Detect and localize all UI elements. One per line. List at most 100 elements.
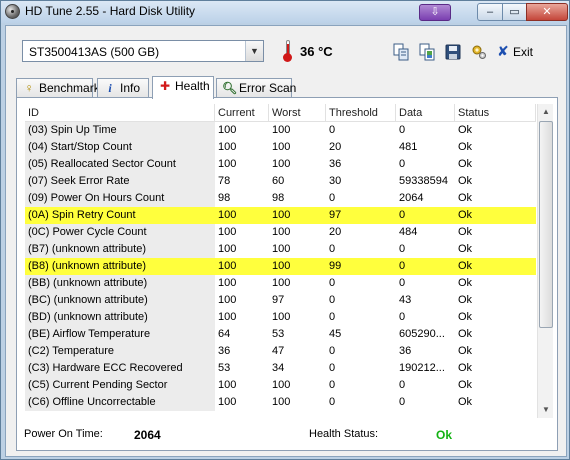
title-bar[interactable]: HD Tune 2.55 - Hard Disk Utility ⇩ – ▭ ✕ xyxy=(1,1,569,23)
cell-worst: 100 xyxy=(272,379,291,391)
cell-id: (05) Reallocated Sector Count xyxy=(25,156,215,173)
minimize-button[interactable]: – xyxy=(477,3,503,21)
table-row[interactable]: (BB) (unknown attribute) 100 100 0 0 Ok xyxy=(25,275,536,292)
drive-select[interactable]: ST3500413AS (500 GB) ▼ xyxy=(22,40,264,62)
table-row[interactable]: (BD) (unknown attribute) 100 100 0 0 Ok xyxy=(25,309,536,326)
cell-threshold: 45 xyxy=(329,328,342,340)
cell-threshold: 0 xyxy=(329,124,336,136)
cell-data: 0 xyxy=(396,258,455,275)
cell-threshold: 0 xyxy=(329,311,336,323)
cell-threshold: 20 xyxy=(329,141,342,153)
copy-icon[interactable] xyxy=(391,42,411,62)
table-row[interactable]: (0C) Power Cycle Count 100 100 20 484 Ok xyxy=(25,224,536,241)
cell-id: (C5) Current Pending Sector xyxy=(25,377,215,394)
table-row[interactable]: (B7) (unknown attribute) 100 100 0 0 Ok xyxy=(25,241,536,258)
table-row[interactable]: (0A) Spin Retry Count 100 100 97 0 Ok xyxy=(25,207,536,224)
cell-status: Ok xyxy=(455,207,536,224)
tab-label: Info xyxy=(120,81,141,95)
tab-benchmark[interactable]: ♀ Benchmark xyxy=(16,78,100,98)
cell-id: (BB) (unknown attribute) xyxy=(25,275,215,292)
tab-label: Health xyxy=(175,79,210,93)
cell-status: Ok xyxy=(458,277,473,289)
table-row[interactable]: (C5) Current Pending Sector 100 100 0 0 Ok xyxy=(25,377,536,394)
vertical-scrollbar[interactable]: ▲ ▼ xyxy=(537,104,553,418)
maximize-button[interactable]: ▭ xyxy=(502,3,527,21)
column-header-threshold[interactable]: Threshold xyxy=(326,104,396,122)
table-row[interactable]: (BC) (unknown attribute) 100 97 0 43 Ok xyxy=(25,292,536,309)
tab-error-scan[interactable]: 🔍︎ Error Scan xyxy=(216,78,296,98)
cell-status: Ok xyxy=(458,158,473,170)
cell-threshold: 99 xyxy=(326,258,396,275)
table-row[interactable]: (03) Spin Up Time 100 100 0 0 Ok xyxy=(25,122,536,139)
cell-worst: 100 xyxy=(272,124,291,136)
tab-health[interactable]: ✚ Health xyxy=(152,76,214,99)
column-header-current[interactable]: Current xyxy=(215,104,269,122)
cell-data: 605290... xyxy=(399,328,445,340)
cell-worst: 100 xyxy=(272,226,291,238)
info-icon: i xyxy=(108,81,112,95)
cell-data: 43 xyxy=(399,294,412,306)
table-row[interactable]: (C3) Hardware ECC Recovered 53 34 0 190212..… xyxy=(25,360,536,377)
cell-current: 100 xyxy=(218,277,237,289)
cell-worst: 100 xyxy=(272,311,291,323)
column-header-id[interactable]: ID xyxy=(25,104,215,122)
copy-screenshot-icon[interactable] xyxy=(417,42,437,62)
cell-threshold: 20 xyxy=(329,226,342,238)
cell-threshold: 0 xyxy=(329,294,336,306)
cell-data: 0 xyxy=(399,396,406,408)
cell-current: 53 xyxy=(218,362,231,374)
table-row[interactable]: (B8) (unknown attribute) 100 100 99 0 Ok xyxy=(25,258,536,275)
options-icon[interactable] xyxy=(469,42,489,62)
health-panel: ID Current Worst Threshold Data Status (… xyxy=(16,97,558,451)
cell-status: Ok xyxy=(458,175,473,187)
cell-threshold: 0 xyxy=(329,379,336,391)
column-header-worst[interactable]: Worst xyxy=(269,104,326,122)
cell-current: 100 xyxy=(218,294,237,306)
health-cross-icon: ✚ xyxy=(159,79,171,93)
cell-data: 0 xyxy=(399,158,406,170)
column-header-data[interactable]: Data xyxy=(396,104,455,122)
client-area: ST3500413AS (500 GB) ▼ 36 °C ✘ Exit ♀ Be… xyxy=(5,25,567,457)
cell-current: 100 xyxy=(218,243,237,255)
cell-worst: 100 xyxy=(269,207,326,224)
cell-worst: 47 xyxy=(272,345,285,357)
exit-button[interactable]: ✘ Exit xyxy=(497,42,553,62)
cell-worst: 100 xyxy=(272,243,291,255)
tab-info[interactable]: i Info xyxy=(97,78,149,98)
health-status-label: Health Status: xyxy=(309,428,379,440)
table-row[interactable]: (07) Seek Error Rate 78 60 30 59338594 Ok xyxy=(25,173,536,190)
scroll-up-arrow-icon[interactable]: ▲ xyxy=(538,104,554,120)
column-header-status[interactable]: Status xyxy=(455,104,536,122)
cell-id: (09) Power On Hours Count xyxy=(25,190,215,207)
cell-data: 2064 xyxy=(399,192,424,204)
cell-status: Ok xyxy=(458,328,473,340)
cell-current: 100 xyxy=(218,396,237,408)
cell-data: 59338594 xyxy=(399,175,448,187)
table-row[interactable]: (05) Reallocated Sector Count 100 100 36 0 Ok xyxy=(25,156,536,173)
close-button[interactable]: ✕ xyxy=(526,3,568,21)
table-body: (03) Spin Up Time 100 100 0 0 Ok (04) Start/St… xyxy=(25,122,536,411)
scroll-down-arrow-icon[interactable]: ▼ xyxy=(538,402,554,418)
save-icon[interactable] xyxy=(443,42,463,62)
table-row[interactable]: (09) Power On Hours Count 98 98 0 2064 Ok xyxy=(25,190,536,207)
table-row[interactable]: (BE) Airflow Temperature 64 53 45 605290... O… xyxy=(25,326,536,343)
cell-status: Ok xyxy=(458,141,473,153)
exit-label: Exit xyxy=(513,45,534,59)
table-row[interactable]: (C6) Offline Uncorrectable 100 100 0 0 Ok xyxy=(25,394,536,411)
cell-id: (BE) Airflow Temperature xyxy=(25,326,215,343)
cell-status: Ok xyxy=(458,396,473,408)
cell-worst: 100 xyxy=(272,141,291,153)
cell-worst: 60 xyxy=(272,175,285,187)
cell-status: Ok xyxy=(458,362,473,374)
smart-table[interactable]: ID Current Worst Threshold Data Status (… xyxy=(25,104,536,418)
cell-data: 481 xyxy=(399,141,418,153)
scrollbar-thumb[interactable] xyxy=(539,121,553,328)
table-row[interactable]: (C2) Temperature 36 47 0 36 Ok xyxy=(25,343,536,360)
cell-data: 0 xyxy=(399,379,406,391)
thermometer-icon xyxy=(282,40,294,62)
health-status-value: Ok xyxy=(436,428,453,442)
download-icon[interactable]: ⇩ xyxy=(419,4,451,21)
table-row[interactable]: (04) Start/Stop Count 100 100 20 481 Ok xyxy=(25,139,536,156)
cell-id: (BD) (unknown attribute) xyxy=(25,309,215,326)
chevron-down-icon[interactable]: ▼ xyxy=(245,41,263,61)
